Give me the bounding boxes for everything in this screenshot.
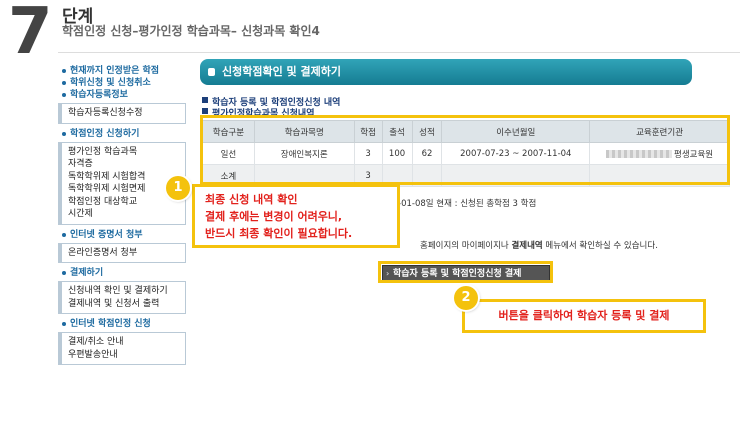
square-bullet-icon <box>202 108 208 114</box>
sidebar-link-degree-apply[interactable]: 학위신청 및 신청취소 <box>58 77 186 89</box>
sidebar-group-payment: 신청내역 확인 및 결제하기 결제내역 및 신청서 출력 <box>58 281 186 314</box>
step-number: 7 <box>8 0 52 69</box>
sidebar-link-earned-credits[interactable]: 현재까지 인정받은 학점 <box>58 65 186 77</box>
callout-badge-1: 1 <box>166 176 190 200</box>
sidebar-item-target-school[interactable]: 학점인정 대상학교 <box>68 196 179 209</box>
sidebar-group-certificate: 온라인증명서 청부 <box>58 242 186 263</box>
sidebar-item-online-cert[interactable]: 온라인증명서 청부 <box>68 247 179 260</box>
bullet-icon <box>62 232 66 237</box>
sidebar-item-pay-history[interactable]: 결제내역 및 신청서 출력 <box>68 298 179 311</box>
bullet-icon <box>62 271 66 275</box>
step-path: 학점인정 신청–평가인정 학습과목– 신청과목 확인4 <box>62 24 320 38</box>
total-credit-info: -01-08일 현재 : 신청된 총학점 3 학점 <box>398 199 537 209</box>
title-icon <box>208 68 215 76</box>
sidebar-item-mail-guide[interactable]: 우편발송안내 <box>68 349 179 362</box>
sidebar-group-internet-apply: 결제/취소 안내 우편발송안내 <box>58 332 186 365</box>
bullet-icon <box>62 69 66 73</box>
table-highlight-frame <box>200 115 730 185</box>
sidebar-item-license[interactable]: 자격증 <box>68 158 179 171</box>
sidebar-header-internet-apply[interactable]: 인터넷 학점인정 신청 <box>58 318 186 330</box>
bullet-icon <box>62 93 66 97</box>
bullet-icon <box>62 81 66 85</box>
sidebar-header-payment[interactable]: 결제하기 <box>58 267 186 279</box>
bullet-icon <box>62 131 66 136</box>
sidebar-link-learner-info[interactable]: 학습자등록정보 <box>58 89 186 101</box>
callout-pay: 버튼을 클릭하여 학습자 등록 및 결제 <box>462 299 706 333</box>
bullet-icon <box>62 322 66 326</box>
page-title-bar: 신청학점확인 및 결제하기 <box>200 59 692 85</box>
sidebar-header-certificate[interactable]: 인터넷 증명서 청부 <box>58 229 186 241</box>
sidebar-item-learner-edit[interactable]: 학습자등록신청수정 <box>68 107 179 120</box>
sidebar-item-self-study-pass[interactable]: 독학학위제 시험합격 <box>68 171 179 184</box>
button-highlight-frame <box>378 261 553 283</box>
sidebar-item-pay-cancel-guide[interactable]: 결제/취소 안내 <box>68 336 179 349</box>
callout-confirm: 최종 신청 내역 확인 결제 후에는 변경이 어려우니, 반드시 최종 확인이 … <box>192 184 400 248</box>
sidebar-item-eval-course[interactable]: 평가인정 학습과목 <box>68 146 179 159</box>
sidebar-group-learner: 학습자등록신청수정 <box>58 103 186 124</box>
sidebar: 현재까지 인정받은 학점 학위신청 및 신청취소 학습자등록정보 학습자등록신청… <box>58 65 186 369</box>
sidebar-item-part-time[interactable]: 시간제 <box>68 208 179 221</box>
square-bullet-icon <box>202 97 208 103</box>
sidebar-item-confirm-pay[interactable]: 신청내역 확인 및 결제하기 <box>68 285 179 298</box>
callout-badge-2: 2 <box>454 286 478 310</box>
history-info: 홈페이지의 마이페이지나 결제내역 메뉴에서 확인하실 수 있습니다. <box>420 241 658 251</box>
sidebar-item-self-study-exempt[interactable]: 독학학위제 시험면제 <box>68 183 179 196</box>
sidebar-header-credit-apply[interactable]: 학점인정 신청하기 <box>58 128 186 140</box>
page-title: 신청학점확인 및 결제하기 <box>222 65 341 78</box>
